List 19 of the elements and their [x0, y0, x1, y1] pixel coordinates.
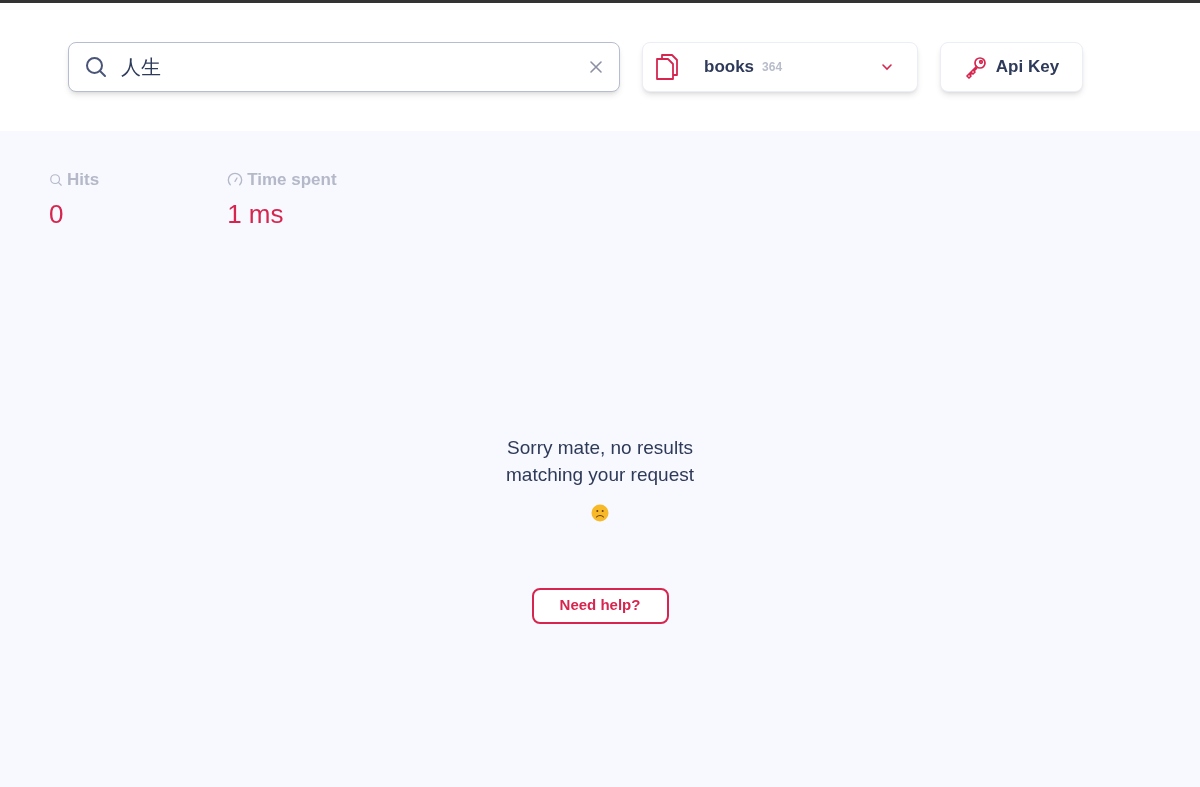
chevron-down-icon: [881, 61, 893, 73]
no-results-message: Sorry mate, no results matching your request: [506, 435, 694, 487]
document-count: 364: [762, 59, 783, 76]
search-icon: [84, 55, 108, 79]
gauge-icon: [227, 171, 244, 188]
index-selector[interactable]: books 364: [642, 42, 918, 92]
stat-label: Time spent: [247, 169, 337, 191]
stat-value: 1 ms: [227, 197, 285, 231]
stat-label: Hits: [67, 169, 100, 191]
search-field[interactable]: 人生: [68, 42, 620, 92]
search-icon: [49, 172, 63, 187]
close-icon[interactable]: [588, 59, 604, 75]
documents-icon: [655, 53, 679, 81]
index-name: books: [704, 56, 755, 79]
stat-value: 0: [49, 197, 65, 231]
need-help-button[interactable]: Need help?: [531, 587, 669, 624]
api-key-button[interactable]: Api Key: [940, 42, 1083, 92]
sad-face-icon: [591, 503, 609, 522]
key-icon: [963, 55, 988, 79]
